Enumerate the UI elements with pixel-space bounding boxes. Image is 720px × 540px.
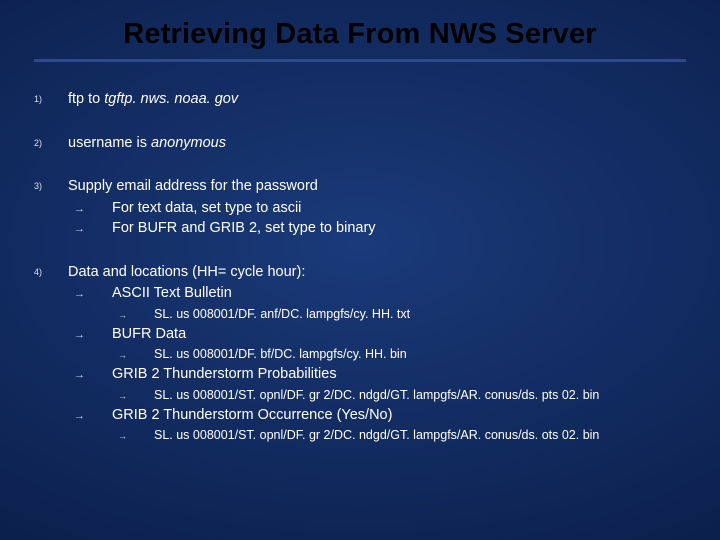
step-text: username is anonymous <box>68 135 226 151</box>
path-group: → SL. us 008001/ST. opnl/DF. gr 2/DC. nd… <box>68 427 686 444</box>
step-4: 4) Data and locations (HH= cycle hour): … <box>34 263 686 446</box>
path-group: → SL. us 008001/DF. anf/DC. lampgfs/cy. … <box>68 306 686 323</box>
step-text: Data and locations (HH= cycle hour): <box>68 263 686 283</box>
step-text: ftp to tgftp. nws. noaa. gov <box>68 91 238 107</box>
data-category: BUFR Data <box>112 325 686 345</box>
data-locations-list: → ASCII Text Bulletin → SL. us 008001/DF… <box>68 284 686 444</box>
data-category: ASCII Text Bulletin <box>112 284 686 304</box>
step-number: 4) <box>34 263 68 277</box>
step-1: 1) ftp to tgftp. nws. noaa. gov <box>34 90 686 110</box>
arrow-icon: → <box>74 406 112 424</box>
arrow-icon: → <box>74 199 112 217</box>
step-number: 1) <box>34 90 68 104</box>
sub-text: For text data, set type to ascii <box>112 199 686 219</box>
slide-title: Retrieving Data From NWS Server <box>34 18 686 51</box>
data-category: GRIB 2 Thunderstorm Probabilities <box>112 365 686 385</box>
list-item: → For text data, set type to ascii <box>68 199 686 219</box>
path-group: → SL. us 008001/DF. bf/DC. lampgfs/cy. H… <box>68 346 686 363</box>
file-path: SL. us 008001/DF. anf/DC. lampgfs/cy. HH… <box>154 306 686 323</box>
sub-text: For BUFR and GRIB 2, set type to binary <box>112 219 686 239</box>
list-item: → SL. us 008001/DF. anf/DC. lampgfs/cy. … <box>68 306 686 323</box>
step-3-sublist: → For text data, set type to ascii → For… <box>68 199 686 239</box>
path-group: → SL. us 008001/ST. opnl/DF. gr 2/DC. nd… <box>68 387 686 404</box>
arrow-icon: → <box>74 365 112 383</box>
arrow-icon: → <box>118 346 154 361</box>
arrow-icon: → <box>118 387 154 402</box>
text: username is <box>68 135 151 151</box>
arrow-icon: → <box>74 284 112 302</box>
username-value: anonymous <box>151 135 226 151</box>
step-number: 2) <box>34 134 68 148</box>
list-item: → GRIB 2 Thunderstorm Occurrence (Yes/No… <box>68 406 686 426</box>
list-item: → SL. us 008001/DF. bf/DC. lampgfs/cy. H… <box>68 346 686 363</box>
list-item: → BUFR Data <box>68 325 686 345</box>
file-path: SL. us 008001/DF. bf/DC. lampgfs/cy. HH.… <box>154 346 686 363</box>
file-path: SL. us 008001/ST. opnl/DF. gr 2/DC. ndgd… <box>154 387 686 404</box>
step-number: 3) <box>34 177 68 191</box>
list-item: → SL. us 008001/ST. opnl/DF. gr 2/DC. nd… <box>68 427 686 444</box>
step-2: 2) username is anonymous <box>34 134 686 154</box>
arrow-icon: → <box>118 306 154 321</box>
hostname: tgftp. nws. noaa. gov <box>104 91 238 107</box>
list-item: → SL. us 008001/ST. opnl/DF. gr 2/DC. nd… <box>68 387 686 404</box>
text: ftp to <box>68 91 104 107</box>
list-item: → ASCII Text Bulletin <box>68 284 686 304</box>
title-underline <box>34 59 686 62</box>
step-3: 3) Supply email address for the password… <box>34 177 686 239</box>
arrow-icon: → <box>74 325 112 343</box>
arrow-icon: → <box>118 427 154 442</box>
list-item: → GRIB 2 Thunderstorm Probabilities <box>68 365 686 385</box>
step-list: 1) ftp to tgftp. nws. noaa. gov 2) usern… <box>34 90 686 446</box>
data-category: GRIB 2 Thunderstorm Occurrence (Yes/No) <box>112 406 686 426</box>
file-path: SL. us 008001/ST. opnl/DF. gr 2/DC. ndgd… <box>154 427 686 444</box>
list-item: → For BUFR and GRIB 2, set type to binar… <box>68 219 686 239</box>
step-text: Supply email address for the password <box>68 177 686 197</box>
arrow-icon: → <box>74 219 112 237</box>
